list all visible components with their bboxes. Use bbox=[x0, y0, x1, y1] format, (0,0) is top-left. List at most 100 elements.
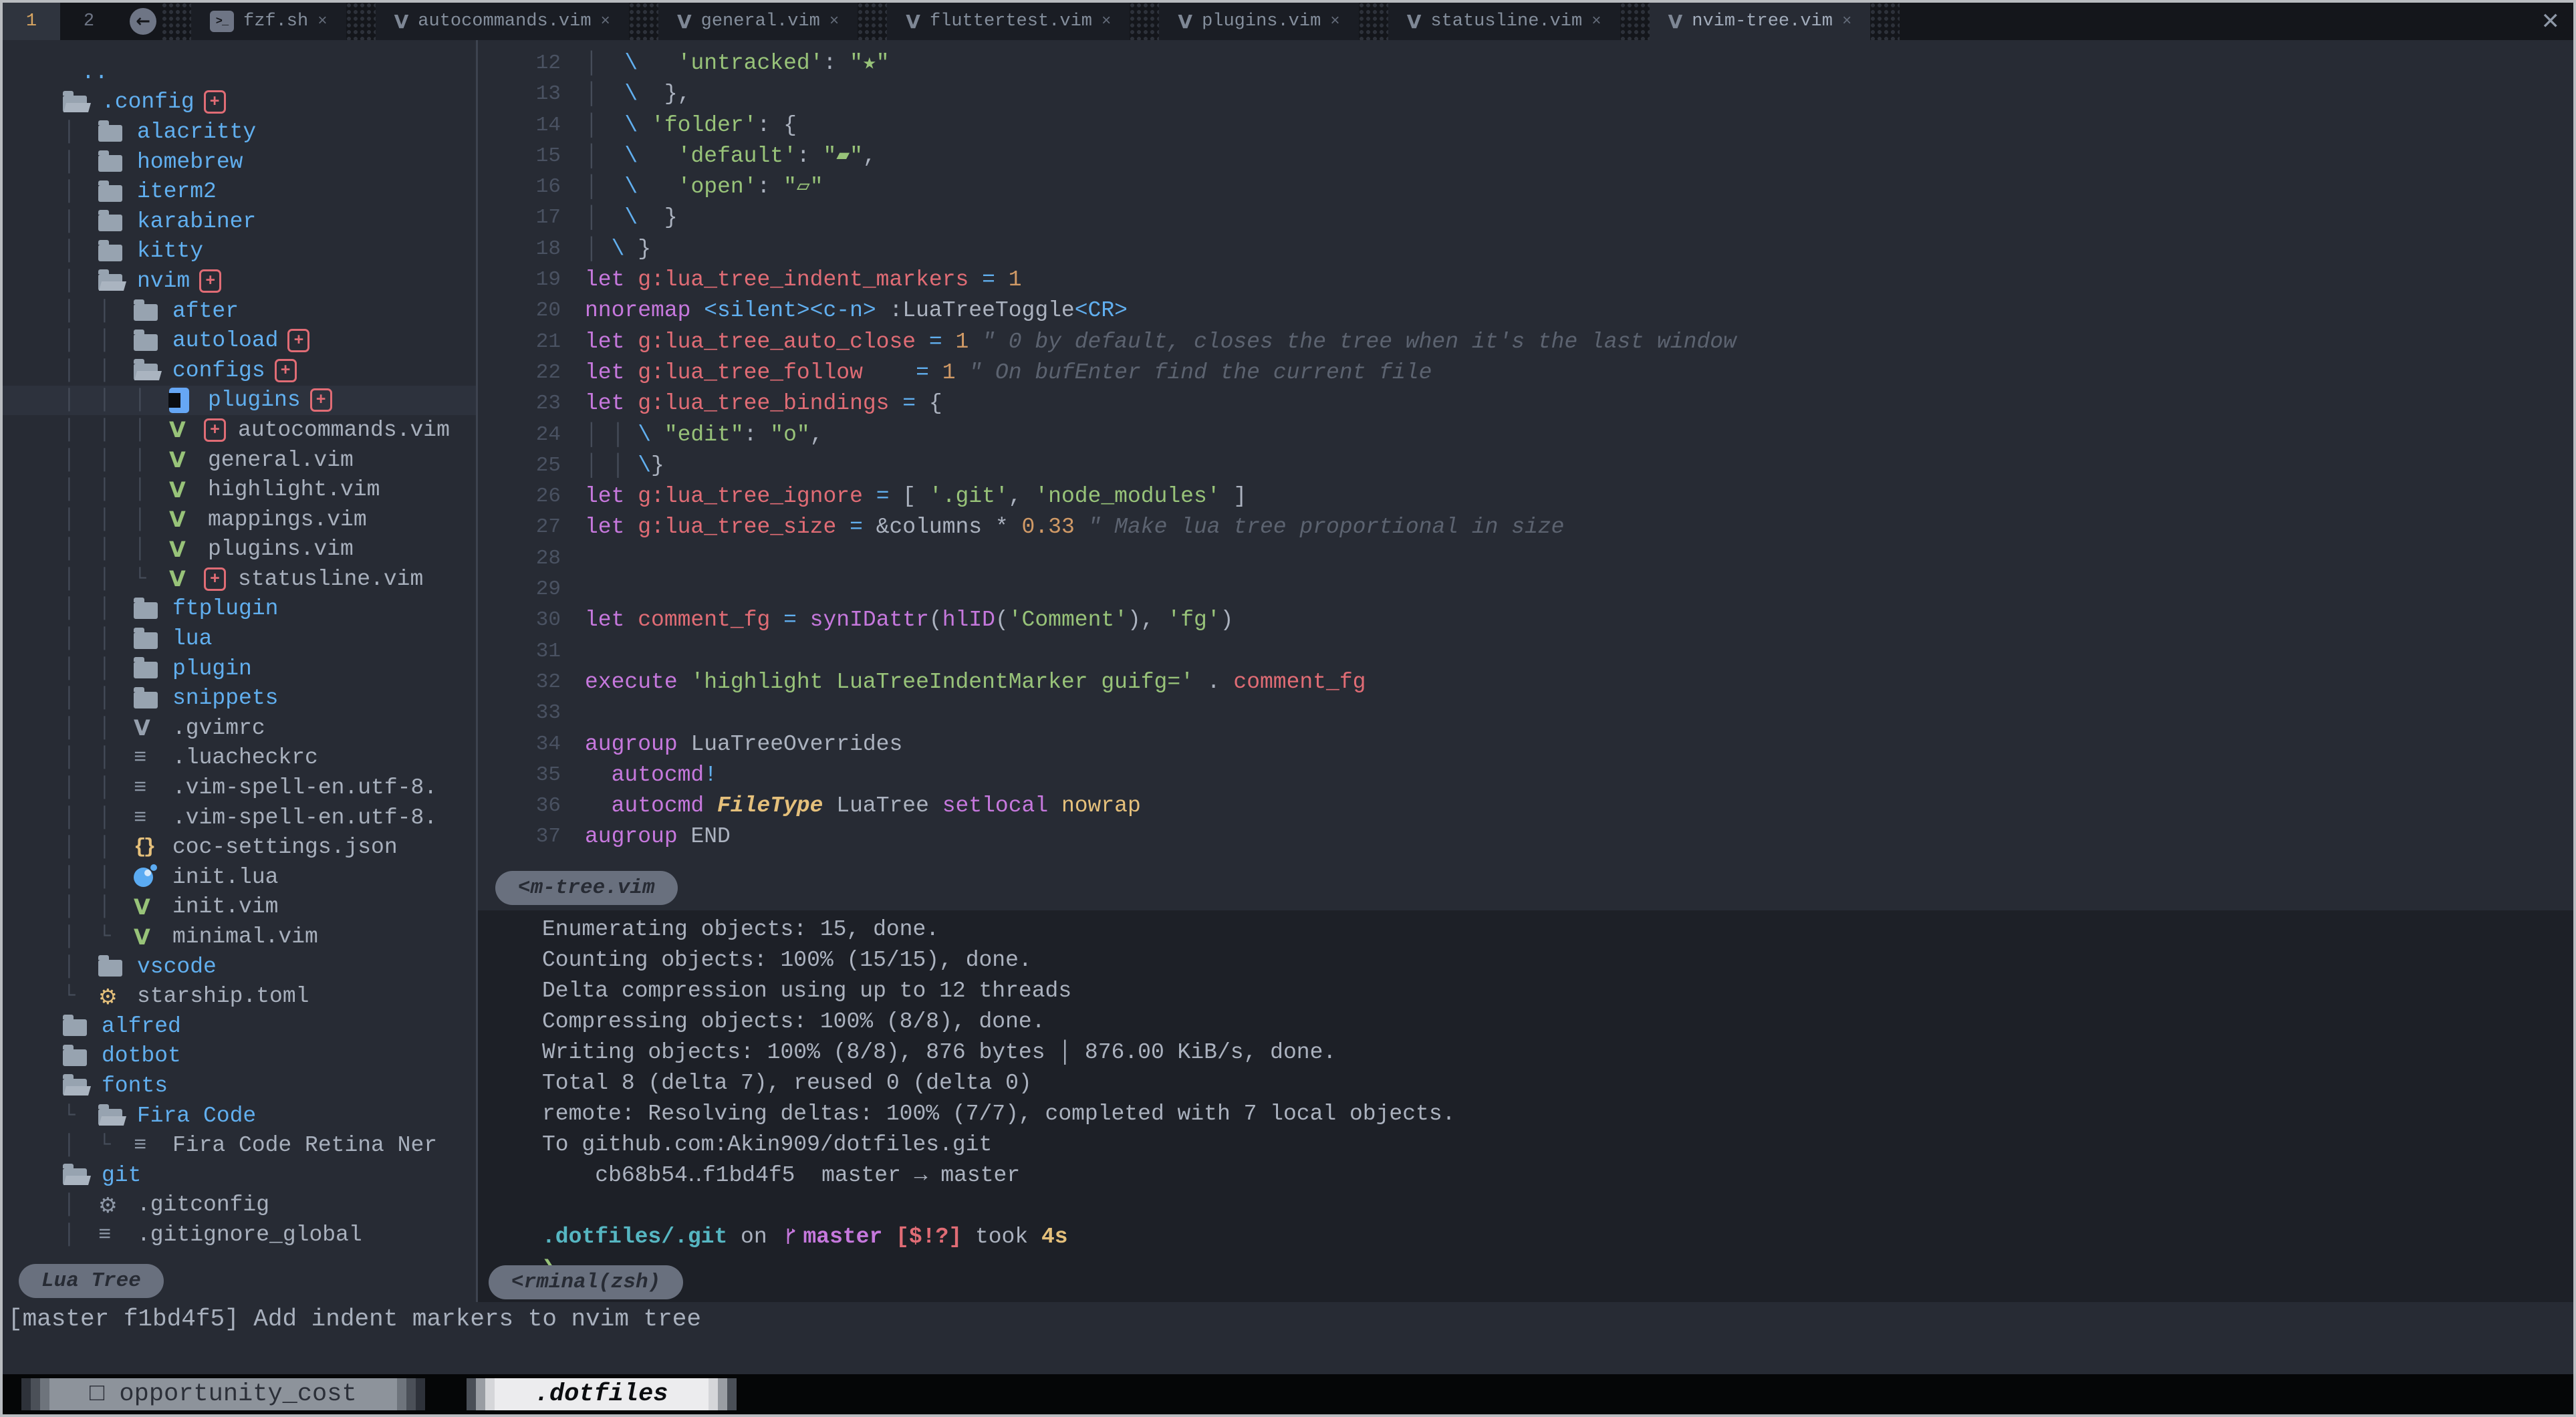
tree-item-.luacheckrc[interactable]: ││≡.luacheckrc bbox=[3, 743, 476, 773]
tree-item-plugin[interactable]: ││plugin bbox=[3, 654, 476, 684]
code-line[interactable]: 16│ \ 'open': "▱" bbox=[478, 172, 2573, 203]
indent-marker: │ bbox=[98, 776, 134, 799]
code-line[interactable]: 13│ \ }, bbox=[478, 79, 2573, 110]
tree-item-snippets[interactable]: ││snippets bbox=[3, 683, 476, 713]
terminal-window[interactable]: Enumerating objects: 15, done.Counting o… bbox=[478, 910, 2573, 1302]
tree-item-.gitignore_global[interactable]: │≡.gitignore_global bbox=[3, 1220, 476, 1250]
tmux-window-2[interactable]: .dotfiles bbox=[467, 1378, 737, 1410]
tree-item-coc-settings.json[interactable]: ││{}coc-settings.json bbox=[3, 832, 476, 862]
indent-marker: │ bbox=[98, 448, 134, 472]
buffer-tab-nvim-tree.vim[interactable]: Vnvim-tree.vim× bbox=[1650, 3, 1871, 40]
close-buffer-icon[interactable]: × bbox=[1842, 13, 1851, 31]
tree-item-fonts[interactable]: fonts bbox=[3, 1071, 476, 1101]
code-line[interactable]: 32execute 'highlight LuaTreeIndentMarker… bbox=[478, 667, 2573, 698]
tree-item-homebrew[interactable]: │homebrew bbox=[3, 147, 476, 177]
close-buffer-icon[interactable]: × bbox=[317, 13, 327, 31]
indent-marker: │ bbox=[63, 567, 98, 591]
tree-item-git[interactable]: git bbox=[3, 1160, 476, 1190]
buffer-tab-fzf.sh[interactable]: >_fzf.sh× bbox=[191, 3, 346, 40]
indent-marker: │ bbox=[98, 866, 134, 889]
tab-separator bbox=[346, 3, 376, 40]
close-buffer-icon[interactable]: × bbox=[1591, 13, 1601, 31]
code-line[interactable]: 20nnoremap <silent><c-n> :LuaTreeToggle<… bbox=[478, 295, 2573, 326]
tree-item-alacritty[interactable]: │alacritty bbox=[3, 117, 476, 147]
tree-item-after[interactable]: ││after bbox=[3, 296, 476, 326]
code-line[interactable]: 25│ │ \} bbox=[478, 450, 2573, 481]
code-line[interactable]: 34augroup LuaTreeOverrides bbox=[478, 729, 2573, 760]
buffer-tab-fluttertest.vim[interactable]: Vfluttertest.vim× bbox=[887, 3, 1130, 40]
editor-window[interactable]: 12│ \ 'untracked': "★"13│ \ },14│ \ 'fol… bbox=[478, 40, 2573, 910]
tabpage-1[interactable]: 1 bbox=[3, 3, 60, 40]
code-line[interactable]: 36 autocmd FileType LuaTree setlocal now… bbox=[478, 791, 2573, 821]
tree-item-highlight.vim[interactable]: │││Vhighlight.vim bbox=[3, 475, 476, 505]
tree-item-iterm2[interactable]: │iterm2 bbox=[3, 176, 476, 207]
tree-item-dotbot[interactable]: dotbot bbox=[3, 1041, 476, 1071]
code-line[interactable]: 28 bbox=[478, 543, 2573, 574]
tree-item-nvim[interactable]: │nvim+ bbox=[3, 266, 476, 296]
code-line[interactable]: 14│ \ 'folder': { bbox=[478, 110, 2573, 141]
code-line[interactable]: 26let g:lua_tree_ignore = [ '.git', 'nod… bbox=[478, 481, 2573, 512]
code-line[interactable]: 37augroup END bbox=[478, 821, 2573, 852]
tree-item-lua[interactable]: ││lua bbox=[3, 624, 476, 654]
tree-item-statusline.vim[interactable]: ││└V+statusline.vim bbox=[3, 564, 476, 594]
tree-item-label: .gvimrc bbox=[172, 716, 265, 741]
code-line[interactable]: 30let comment_fg = synIDattr(hlID('Comme… bbox=[478, 605, 2573, 636]
code-line[interactable]: 31 bbox=[478, 636, 2573, 667]
tree-item-..[interactable]: .. bbox=[3, 57, 476, 88]
tree-item-Fira Code[interactable]: └Fira Code bbox=[3, 1101, 476, 1131]
tree-item-kitty[interactable]: │kitty bbox=[3, 237, 476, 267]
close-buffer-icon[interactable]: × bbox=[1330, 13, 1339, 31]
close-buffer-icon[interactable]: × bbox=[829, 13, 839, 31]
close-all-icon[interactable]: ✕ bbox=[2541, 8, 2561, 35]
tree-item-.vim-spell-en.utf-8.[interactable]: ││≡.vim-spell-en.utf-8. bbox=[3, 803, 476, 833]
code-line[interactable]: 29 bbox=[478, 574, 2573, 605]
tabpage-2[interactable]: 2 bbox=[60, 3, 118, 40]
tree-item-general.vim[interactable]: │││Vgeneral.vim bbox=[3, 445, 476, 475]
tree-item-init.vim[interactable]: ││Vinit.vim bbox=[3, 892, 476, 922]
code-line[interactable]: 33 bbox=[478, 698, 2573, 729]
tree-item-.config[interactable]: .config+ bbox=[3, 88, 476, 118]
tree-item-vscode[interactable]: │vscode bbox=[3, 952, 476, 982]
tree-item-Fira Code Retina Ner[interactable]: │└≡Fira Code Retina Ner bbox=[3, 1130, 476, 1160]
tree-item-autoload[interactable]: ││autoload+ bbox=[3, 326, 476, 356]
vim-file-icon: V bbox=[169, 417, 186, 442]
tree-item-minimal.vim[interactable]: │└Vminimal.vim bbox=[3, 922, 476, 952]
code-line[interactable]: 24│ │ \ "edit": "o", bbox=[478, 420, 2573, 450]
code-line[interactable]: 18│ \ } bbox=[478, 234, 2573, 265]
tree-item-autocommands.vim[interactable]: │││V+autocommands.vim bbox=[3, 415, 476, 445]
tree-item-mappings.vim[interactable]: │││Vmappings.vim bbox=[3, 505, 476, 535]
code-line[interactable]: 15│ \ 'default': "▰", bbox=[478, 141, 2573, 172]
code-line[interactable]: 19let g:lua_tree_indent_markers = 1 bbox=[478, 265, 2573, 295]
tree-item-init.lua[interactable]: ││init.lua bbox=[3, 862, 476, 892]
tree-item-ftplugin[interactable]: ││ftplugin bbox=[3, 594, 476, 624]
vim-file-icon: V bbox=[169, 537, 186, 562]
tree-item-starship.toml[interactable]: └⚙starship.toml bbox=[3, 981, 476, 1011]
tree-item-.gvimrc[interactable]: ││V.gvimrc bbox=[3, 713, 476, 743]
close-buffer-icon[interactable]: × bbox=[601, 13, 610, 31]
terminal-lines: Enumerating objects: 15, done.Counting o… bbox=[542, 914, 2573, 1283]
code-line[interactable]: 35 autocmd! bbox=[478, 760, 2573, 791]
back-arrow-icon[interactable]: ← bbox=[130, 8, 156, 35]
tree-item-alfred[interactable]: alfred bbox=[3, 1011, 476, 1041]
tree-item-karabiner[interactable]: │karabiner bbox=[3, 207, 476, 237]
code-line[interactable]: 17│ \ } bbox=[478, 203, 2573, 233]
tree-item-plugins.vim[interactable]: │││Vplugins.vim bbox=[3, 535, 476, 565]
close-buffer-icon[interactable]: × bbox=[1102, 13, 1111, 31]
indent-marker: │ bbox=[98, 597, 134, 620]
file-tree-panel[interactable]: ...config+│alacritty│homebrew│iterm2│kar… bbox=[3, 40, 478, 1302]
tree-item-.vim-spell-en.utf-8.[interactable]: ││≡.vim-spell-en.utf-8. bbox=[3, 773, 476, 803]
code-line[interactable]: 21let g:lua_tree_auto_close = 1 " 0 by d… bbox=[478, 327, 2573, 358]
code-line[interactable]: 27let g:lua_tree_size = &columns * 0.33 … bbox=[478, 512, 2573, 543]
tmux-window-1[interactable]: □ opportunity_cost bbox=[21, 1378, 425, 1410]
buffer-tab-statusline.vim[interactable]: Vstatusline.vim× bbox=[1388, 3, 1620, 40]
tree-item-.gitconfig[interactable]: │⚙.gitconfig bbox=[3, 1190, 476, 1220]
buffer-tab-plugins.vim[interactable]: Vplugins.vim× bbox=[1159, 3, 1358, 40]
buffer-tab-autocommands.vim[interactable]: Vautocommands.vim× bbox=[376, 3, 629, 40]
code-line[interactable]: 23let g:lua_tree_bindings = { bbox=[478, 388, 2573, 419]
tree-item-configs[interactable]: ││configs+ bbox=[3, 356, 476, 386]
buffer-tab-general.vim[interactable]: Vgeneral.vim× bbox=[658, 3, 858, 40]
code-line[interactable]: 12│ \ 'untracked': "★" bbox=[478, 48, 2573, 79]
code-line[interactable]: 22let g:lua_tree_follow = 1 " On bufEnte… bbox=[478, 358, 2573, 388]
tree-item-plugins[interactable]: │││plugins+ bbox=[3, 386, 476, 416]
vim-file-icon: V bbox=[134, 894, 150, 920]
